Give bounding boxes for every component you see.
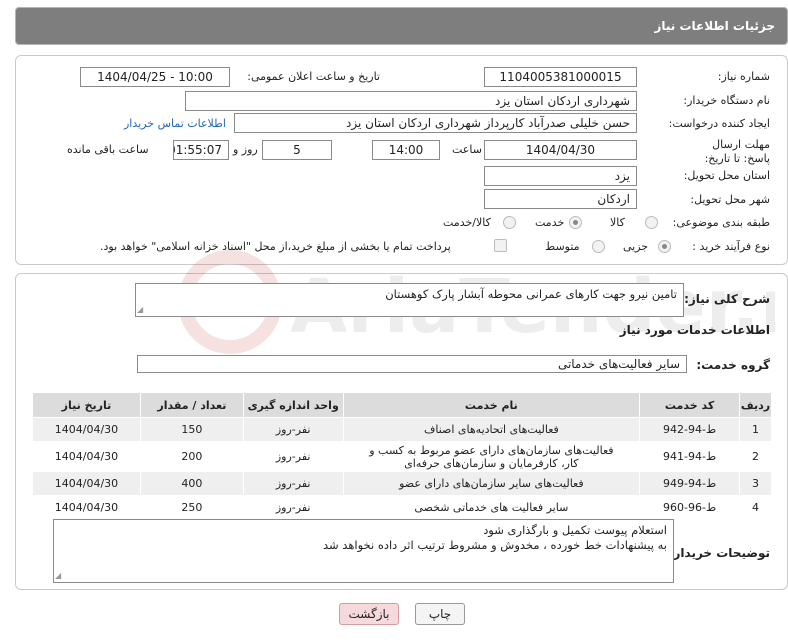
province-label: استان محل تحویل: — [683, 169, 770, 182]
col-row-number: ردیف — [739, 392, 772, 418]
cell-service-name: فعالیت‌های اتحادیه‌های اصناف — [342, 417, 641, 442]
category-label: طبقه بندی موضوعی: — [672, 216, 770, 229]
cell-unit: نفر-روز — [242, 471, 344, 496]
process-medium-label: متوسط — [545, 240, 580, 253]
category-service-label: خدمت — [535, 216, 565, 229]
cell-service-code: ط-94-949 — [639, 471, 741, 496]
category-goods-service-radio[interactable] — [503, 216, 516, 229]
table-row: 1 ط-94-942 فعالیت‌های اتحادیه‌های اصناف … — [32, 417, 772, 442]
buyer-org-label: نام دستگاه خریدار: — [683, 94, 770, 107]
days-label: روز و — [233, 143, 258, 156]
deadline-time-label: ساعت — [452, 143, 482, 156]
summary-textarea[interactable]: تامین نیرو جهت کارهای عمرانی محوطه آبشار… — [135, 283, 684, 317]
cell-need-date: 1404/04/30 — [32, 441, 141, 472]
cell-service-name: فعالیت‌های سایر سازمان‌های دارای عضو — [342, 471, 641, 496]
buyer-org-field: شهرداری اردکان استان یزد — [185, 91, 637, 111]
category-goods-label: کالا — [610, 216, 625, 229]
table-row: 2 ط-94-941 فعالیت‌های سازمان‌های دارای ع… — [32, 441, 772, 472]
page-header: جزئیات اطلاعات نیاز — [15, 7, 788, 45]
table-row: 3 ط-94-949 فعالیت‌های سایر سازمان‌های دا… — [32, 471, 772, 496]
col-service-code: کد خدمت — [639, 392, 741, 418]
cell-unit: نفر-روز — [242, 441, 344, 472]
page-title: جزئیات اطلاعات نیاز — [654, 19, 775, 33]
city-field: اردکان — [484, 189, 637, 209]
time-remaining-label: ساعت باقی مانده — [67, 143, 149, 156]
buyer-notes-textarea[interactable]: استعلام پیوست تکمیل و بارگذاری شود به پی… — [53, 519, 674, 583]
deadline-label: مهلت ارسال پاسخ: تا تاریخ: — [704, 138, 770, 165]
deadline-date-field: 1404/04/30 — [484, 140, 637, 160]
cell-service-code: ط-94-941 — [639, 441, 741, 472]
table-header-row: ردیف کد خدمت نام خدمت واحد اندازه گیری ت… — [32, 392, 772, 418]
cell-row-number: 1 — [739, 417, 772, 442]
treasury-payment-note: پرداخت تمام یا بخشی از مبلغ خرید،از محل … — [100, 240, 451, 253]
col-unit: واحد اندازه گیری — [242, 392, 344, 418]
service-group-field: سایر فعالیت‌های خدماتی — [137, 355, 687, 373]
category-service-radio[interactable] — [569, 216, 582, 229]
process-minor-radio[interactable] — [658, 240, 671, 253]
cell-need-date: 1404/04/30 — [32, 417, 141, 442]
city-label: شهر محل تحویل: — [690, 193, 770, 206]
announce-datetime-field: 1404/04/25 - 10:00 — [80, 67, 230, 87]
cell-quantity: 150 — [139, 417, 244, 442]
col-service-name: نام خدمت — [342, 392, 641, 418]
process-type-label: نوع فرآیند خرید : — [692, 240, 770, 253]
process-medium-radio[interactable] — [592, 240, 605, 253]
cell-service-code: ط-94-942 — [639, 417, 741, 442]
cell-row-number: 2 — [739, 441, 772, 472]
col-quantity: تعداد / مقدار — [139, 392, 244, 418]
category-goods-radio[interactable] — [645, 216, 658, 229]
cell-unit: نفر-روز — [242, 495, 344, 520]
buyer-notes-label: توضیحات خریدار: — [668, 546, 770, 560]
need-number-label: شماره نیاز: — [717, 70, 770, 83]
services-section-title: اطلاعات خدمات مورد نیاز — [619, 323, 770, 337]
category-goods-service-label: کالا/خدمت — [443, 216, 491, 229]
announce-datetime-label: تاریخ و ساعت اعلان عمومی: — [247, 70, 380, 83]
services-table: ردیف کد خدمت نام خدمت واحد اندازه گیری ت… — [32, 392, 772, 520]
process-minor-label: جزیی — [623, 240, 649, 253]
cell-row-number: 4 — [739, 495, 772, 520]
cell-need-date: 1404/04/30 — [32, 495, 141, 520]
resize-grip-icon: ◢ — [55, 571, 62, 580]
col-need-date: تاریخ نیاز — [32, 392, 141, 418]
time-remaining-field: 01:55:07 — [173, 140, 229, 160]
deadline-time-field: 14:00 — [372, 140, 440, 160]
days-remaining-field: 5 — [262, 140, 332, 160]
requester-field: حسن خلیلی صدرآباد کارپرداز شهرداری اردکا… — [234, 113, 637, 133]
cell-quantity: 400 — [139, 471, 244, 496]
cell-row-number: 3 — [739, 471, 772, 496]
need-number-field: 1104005381000015 — [484, 67, 637, 87]
treasury-payment-checkbox[interactable] — [494, 239, 507, 252]
cell-quantity: 200 — [139, 441, 244, 472]
cell-service-code: ط-96-960 — [639, 495, 741, 520]
buyer-contact-link[interactable]: اطلاعات تماس خریدار — [124, 117, 226, 130]
cell-unit: نفر-روز — [242, 417, 344, 442]
cell-quantity: 250 — [139, 495, 244, 520]
province-field: یزد — [484, 166, 637, 186]
cell-service-name: سایر فعالیت های خدماتی شخصی — [342, 495, 641, 520]
print-button[interactable]: چاپ — [415, 603, 465, 625]
back-button[interactable]: بازگشت — [339, 603, 399, 625]
table-row: 4 ط-96-960 سایر فعالیت های خدماتی شخصی ن… — [32, 495, 772, 520]
cell-service-name: فعالیت‌های سازمان‌های دارای عضو مربوط به… — [342, 441, 641, 472]
cell-need-date: 1404/04/30 — [32, 471, 141, 496]
requester-label: ایجاد کننده درخواست: — [668, 117, 770, 130]
service-group-label: گروه خدمت: — [696, 358, 770, 372]
summary-label: شرح کلی نیاز: — [684, 292, 770, 306]
